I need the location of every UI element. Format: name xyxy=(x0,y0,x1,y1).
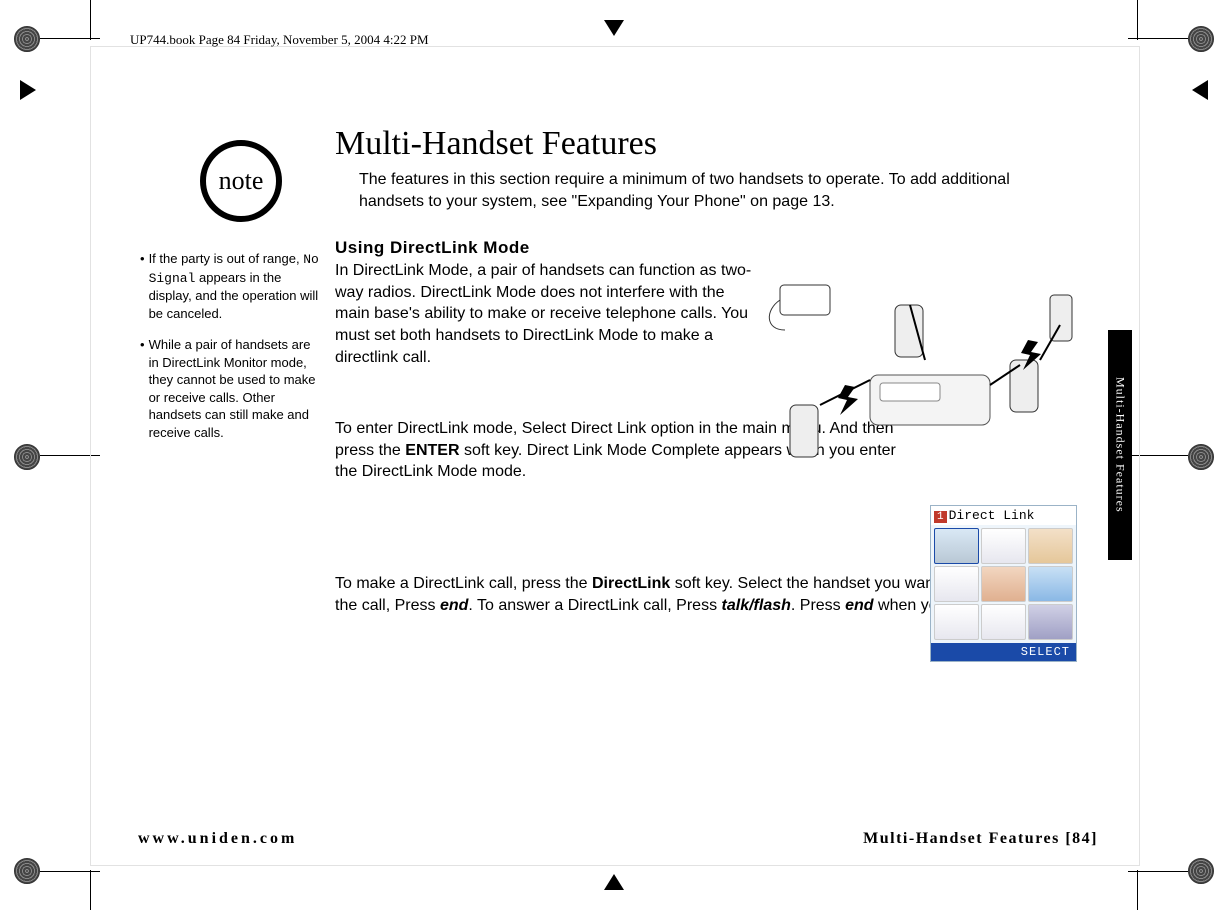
crop-mark-icon xyxy=(40,38,100,39)
triangle-icon xyxy=(604,874,624,890)
text: . To answer a DirectLink call, Press xyxy=(468,597,721,614)
triangle-icon xyxy=(604,20,624,36)
directlink-key-label: DirectLink xyxy=(592,575,670,592)
note-body: • If the party is out of range, No Signa… xyxy=(140,250,320,455)
lcd-menu-icon xyxy=(934,604,979,640)
talk-flash-key-label: talk/flash xyxy=(722,597,791,614)
triangle-icon xyxy=(1192,80,1208,100)
registration-mark-icon xyxy=(14,858,40,884)
lcd-menu-icon xyxy=(981,604,1026,640)
intro-paragraph: The features in this section require a m… xyxy=(359,169,1075,212)
page-footer: www.uniden.com Multi-Handset Features [8… xyxy=(138,830,1098,848)
note-text: If the party is out of range, xyxy=(149,251,304,266)
footer-url: www.uniden.com xyxy=(138,830,297,848)
lcd-menu-icon xyxy=(1028,566,1073,602)
crop-mark-icon xyxy=(40,871,100,872)
lcd-menu-icon xyxy=(934,528,979,564)
note-badge: note xyxy=(200,140,282,222)
crop-mark-icon xyxy=(1137,0,1138,40)
lcd-screenshot: 1Direct Link SELECT xyxy=(930,505,1077,662)
crop-mark-icon xyxy=(1137,870,1138,910)
note-bullet: • If the party is out of range, No Signa… xyxy=(140,250,320,322)
lcd-index-badge: 1 xyxy=(934,511,947,523)
note-badge-label: note xyxy=(219,166,264,196)
text: . Press xyxy=(791,597,845,614)
bullet-icon: • xyxy=(140,250,145,322)
lcd-titlebar: 1Direct Link xyxy=(931,506,1076,525)
registration-mark-icon xyxy=(14,26,40,52)
registration-mark-icon xyxy=(1188,444,1214,470)
text: To make a DirectLink call, press the xyxy=(335,575,592,592)
lcd-icon-grid xyxy=(931,525,1076,643)
registration-mark-icon xyxy=(1188,858,1214,884)
section-subhead: Using DirectLink Mode xyxy=(335,238,1075,258)
crop-mark-icon xyxy=(90,0,91,40)
end-key-label: end xyxy=(845,597,873,614)
paragraph: In DirectLink Mode, a pair of handsets c… xyxy=(335,260,755,368)
note-bullet: • While a pair of handsets are in Direct… xyxy=(140,336,320,441)
lcd-softkey-select: SELECT xyxy=(931,643,1076,661)
lcd-menu-icon xyxy=(1028,528,1073,564)
registration-mark-icon xyxy=(14,444,40,470)
lcd-menu-icon xyxy=(1028,604,1073,640)
lcd-title: Direct Link xyxy=(949,508,1035,523)
note-text: While a pair of handsets are in DirectLi… xyxy=(149,336,320,441)
running-head: UP744.book Page 84 Friday, November 5, 2… xyxy=(130,32,429,48)
page-title: Multi-Handset Features xyxy=(335,125,1075,163)
phone-system-illustration xyxy=(760,265,1080,465)
enter-key-label: ENTER xyxy=(405,442,459,459)
registration-mark-icon xyxy=(1188,26,1214,52)
crop-mark-icon xyxy=(90,870,91,910)
lcd-menu-icon xyxy=(934,566,979,602)
end-key-label: end xyxy=(440,597,468,614)
side-tab: Multi-Handset Features xyxy=(1108,330,1132,560)
lcd-menu-icon xyxy=(981,566,1026,602)
footer-section-page: Multi-Handset Features [84] xyxy=(863,830,1098,848)
triangle-icon xyxy=(20,80,36,100)
lcd-menu-icon xyxy=(981,528,1026,564)
bullet-icon: • xyxy=(140,336,145,441)
